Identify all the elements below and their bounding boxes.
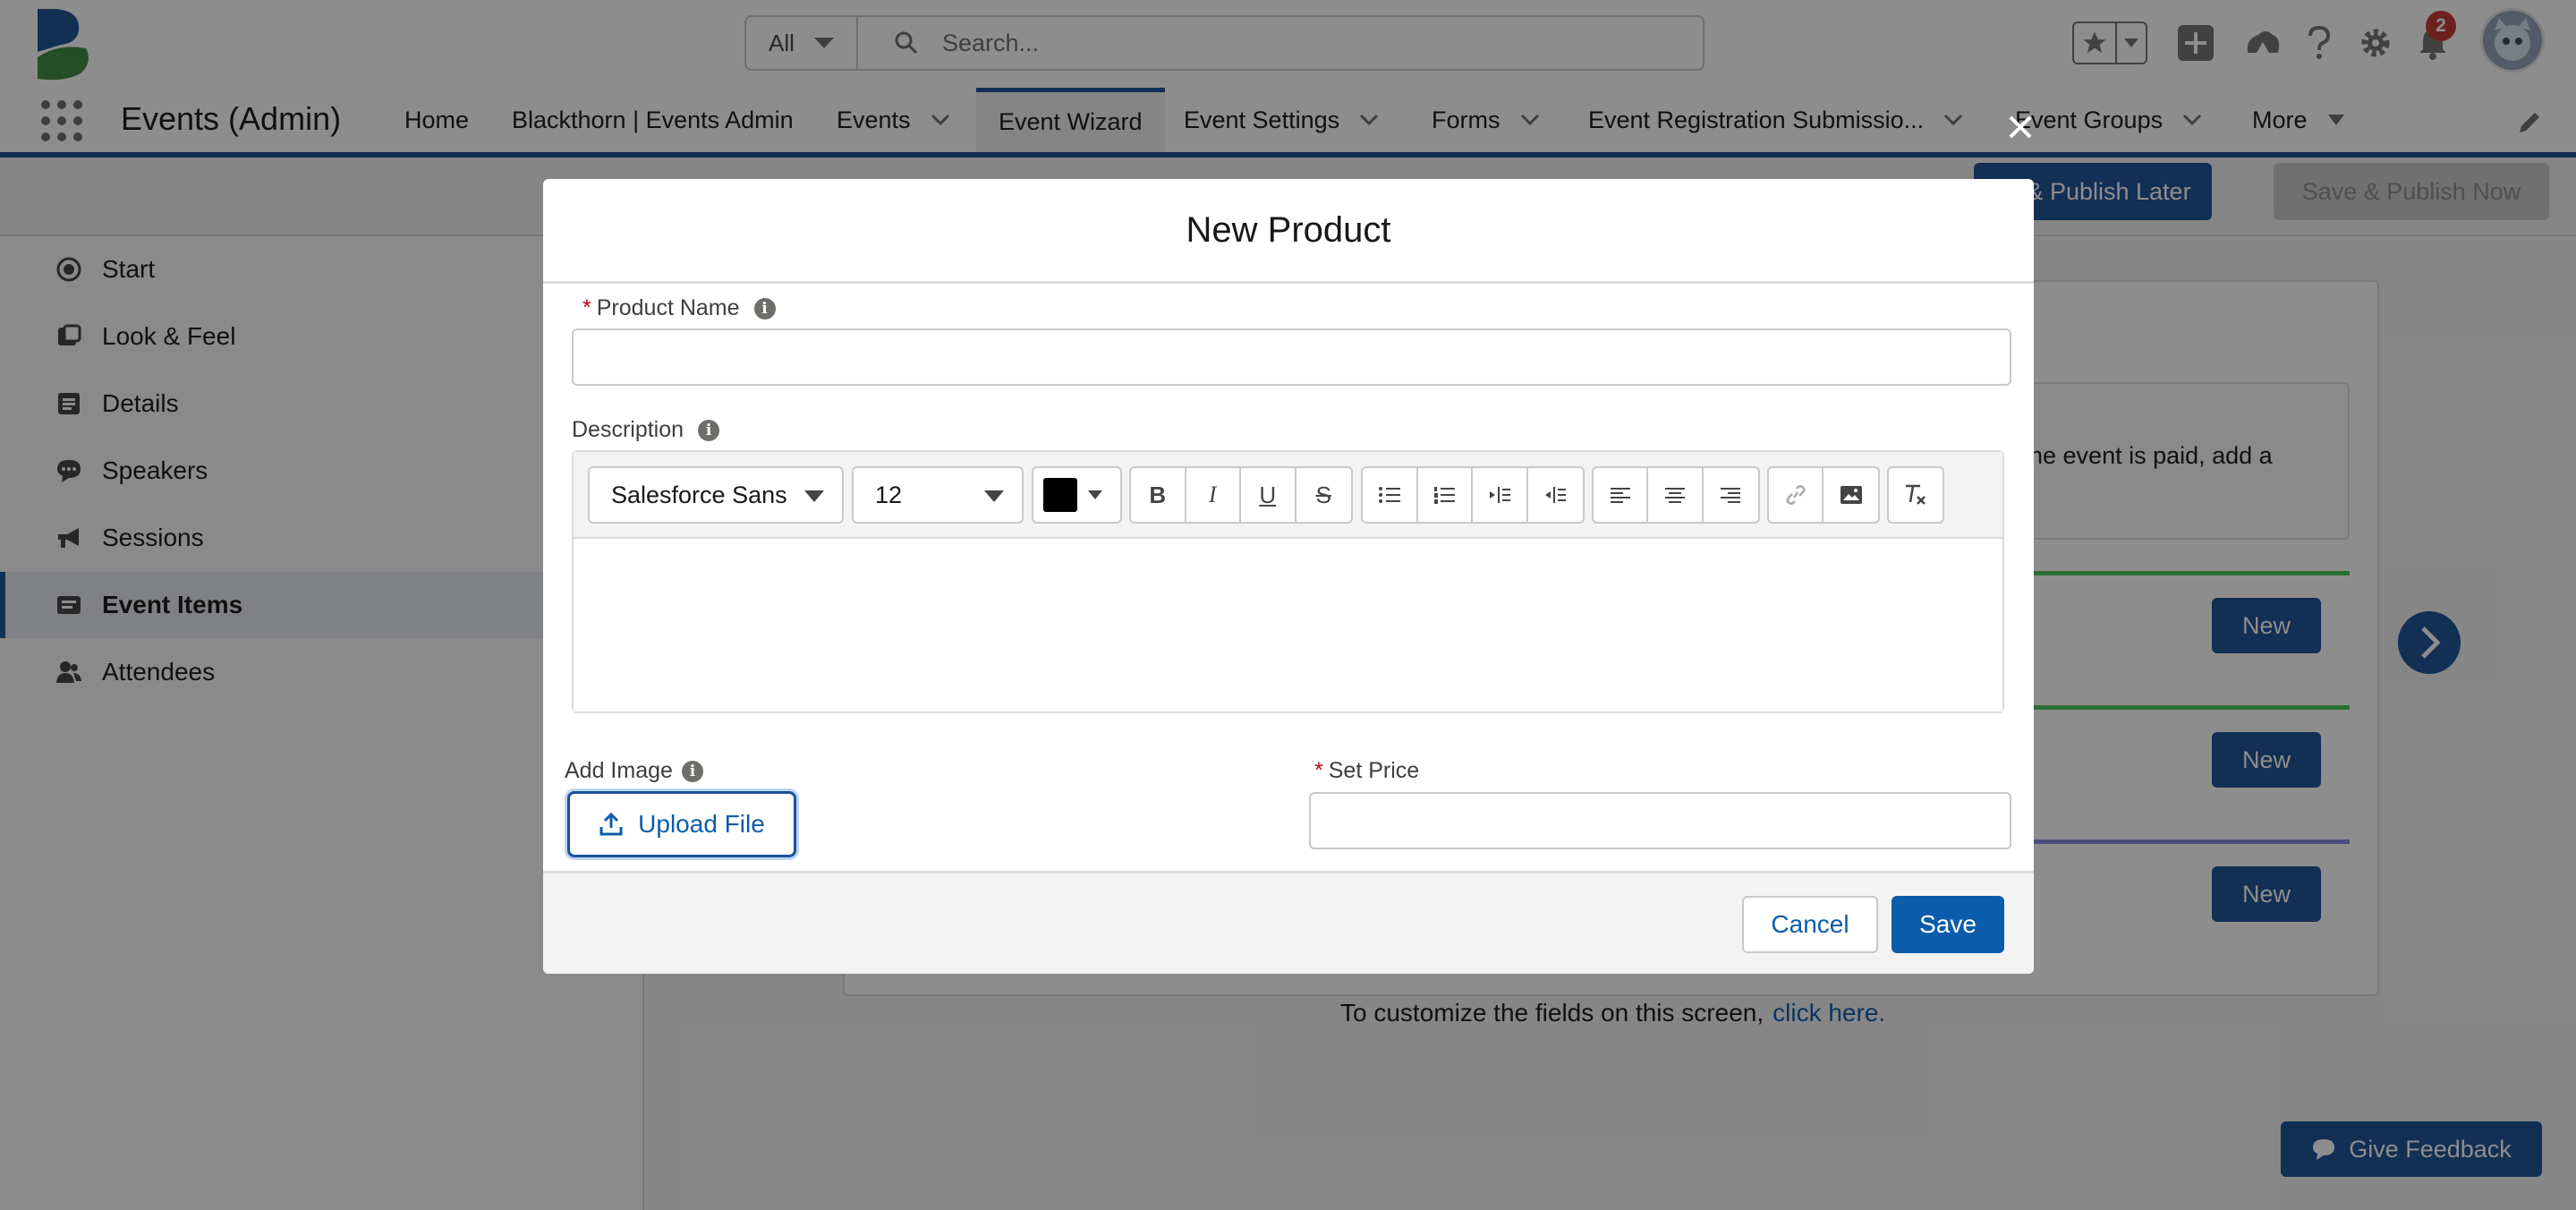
info-icon[interactable]: i	[753, 297, 776, 320]
cancel-button[interactable]: Cancel	[1742, 896, 1878, 953]
upload-icon	[599, 812, 623, 836]
insert-link-button[interactable]	[1769, 468, 1824, 522]
bullet-list-button[interactable]	[1363, 468, 1418, 522]
label-text: Product Name	[596, 295, 740, 320]
set-price-input[interactable]	[1309, 792, 2011, 849]
image-icon	[1840, 486, 1862, 504]
product-name-input[interactable]	[572, 328, 2011, 386]
upload-label: Upload File	[638, 810, 765, 838]
clear-format-icon	[1906, 484, 1926, 505]
label-text: Set Price	[1328, 758, 1420, 783]
required-marker: *	[582, 295, 591, 320]
add-image-label: Add Image i	[565, 758, 703, 784]
align-center-icon	[1665, 488, 1686, 503]
font-size-select[interactable]: 12	[852, 466, 1024, 524]
product-name-label: * Product Name i	[582, 295, 776, 321]
rte-content-area[interactable]	[574, 539, 2002, 712]
clear-format-group	[1887, 466, 1944, 524]
strikethrough-icon: S	[1315, 481, 1331, 508]
description-label: Description i	[572, 417, 720, 443]
required-marker: *	[1314, 758, 1323, 783]
outdent-button[interactable]	[1528, 468, 1583, 522]
underline-icon: U	[1259, 481, 1277, 508]
color-swatch	[1033, 468, 1087, 522]
text-format-group: B I U S	[1129, 466, 1353, 524]
numbered-list-button[interactable]	[1418, 468, 1473, 522]
rte-toolbar: Salesforce Sans 12 B I U S	[574, 452, 2002, 539]
save-button[interactable]: Save	[1892, 896, 2004, 953]
indent-icon	[1489, 487, 1510, 503]
new-product-modal: New Product * Product Name i Description…	[543, 179, 2034, 974]
modal-header: New Product	[543, 179, 2034, 284]
align-center-button[interactable]	[1648, 468, 1704, 522]
indent-button[interactable]	[1473, 468, 1528, 522]
align-left-icon	[1610, 488, 1630, 503]
font-family-value: Salesforce Sans	[611, 481, 787, 508]
italic-icon: I	[1208, 481, 1217, 507]
numbered-list-icon	[1434, 487, 1456, 504]
font-size-value: 12	[875, 481, 903, 508]
clear-formatting-button[interactable]	[1889, 468, 1943, 522]
list-format-group	[1361, 466, 1585, 524]
align-right-icon	[1721, 488, 1741, 503]
set-price-label: * Set Price	[1314, 758, 1419, 784]
strikethrough-button[interactable]: S	[1297, 468, 1351, 522]
upload-file-button[interactable]: Upload File	[567, 791, 796, 857]
outdent-icon	[1545, 487, 1567, 503]
caret-down-icon	[984, 490, 1004, 502]
align-group	[1592, 466, 1760, 524]
close-icon	[2009, 115, 2032, 139]
link-icon	[1785, 485, 1806, 505]
bold-button[interactable]: B	[1131, 468, 1186, 522]
label-text: Add Image	[565, 758, 673, 783]
underline-button[interactable]: U	[1241, 468, 1297, 522]
align-right-button[interactable]	[1704, 468, 1758, 522]
text-color-picker[interactable]	[1032, 466, 1122, 524]
description-rich-text-editor: Salesforce Sans 12 B I U S	[572, 450, 2004, 713]
italic-button[interactable]: I	[1186, 468, 1241, 522]
align-left-button[interactable]	[1594, 468, 1649, 522]
info-icon[interactable]: i	[698, 419, 720, 441]
font-family-select[interactable]: Salesforce Sans	[588, 466, 844, 524]
bold-icon: B	[1149, 481, 1167, 508]
caret-down-icon	[804, 490, 824, 502]
insert-group	[1767, 466, 1880, 524]
info-icon[interactable]: i	[681, 760, 703, 782]
caret-down-icon	[1087, 468, 1120, 522]
label-text: Description	[572, 417, 684, 442]
bullet-list-icon	[1378, 487, 1400, 503]
insert-image-button[interactable]	[1824, 468, 1878, 522]
modal-close-button[interactable]	[2004, 111, 2036, 143]
modal-title: New Product	[1186, 209, 1391, 250]
